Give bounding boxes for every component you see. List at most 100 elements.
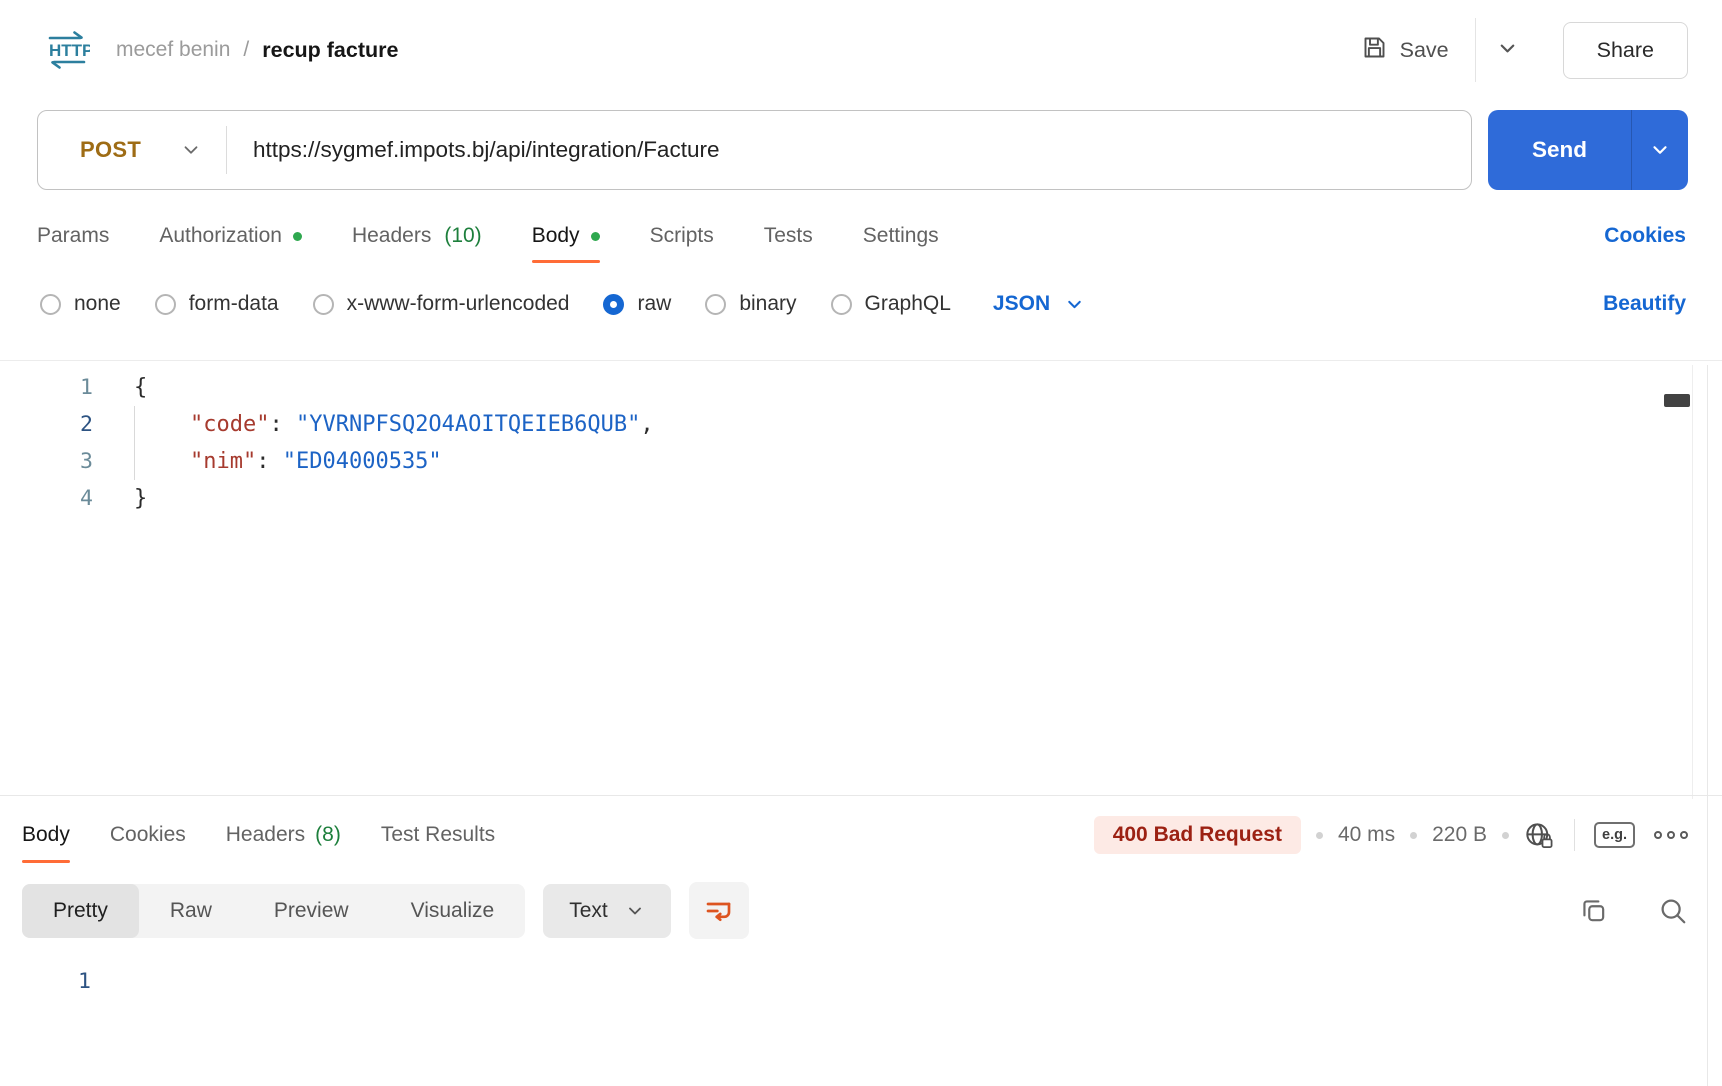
wrap-lines-button[interactable]: [689, 882, 749, 939]
radio-raw-label: raw: [637, 292, 671, 316]
send-options-chevron-button[interactable]: [1631, 110, 1688, 190]
meta-divider: [1574, 819, 1575, 851]
authorization-status-dot: [293, 232, 302, 241]
line-number: 3: [0, 449, 93, 474]
view-tab-raw[interactable]: Raw: [139, 884, 243, 938]
response-toolbar: Pretty Raw Preview Visualize Text: [0, 854, 1722, 939]
response-time: 40 ms: [1338, 823, 1395, 847]
response-size: 220 B: [1432, 823, 1487, 847]
status-badge[interactable]: 400 Bad Request: [1094, 816, 1301, 854]
radio-graphql[interactable]: GraphQL: [831, 292, 951, 316]
radio-x-www-form-urlencoded[interactable]: x-www-form-urlencoded: [313, 292, 570, 316]
line-wrap-icon: [703, 897, 734, 925]
meta-separator-dot: [1410, 832, 1417, 839]
line-number: 4: [0, 486, 93, 511]
example-badge[interactable]: e.g.: [1594, 822, 1635, 848]
line-number-active: 1: [0, 969, 91, 994]
tab-headers[interactable]: Headers (10): [352, 224, 482, 248]
url-builder-row: POST Send: [0, 100, 1722, 190]
cookies-link[interactable]: Cookies: [1604, 224, 1686, 248]
response-tab-cookies-label: Cookies: [110, 823, 186, 847]
tab-params[interactable]: Params: [37, 224, 109, 248]
code-token-value: "ED04000535": [283, 449, 442, 474]
response-meta: 400 Bad Request 40 ms 220 B e.g.: [1094, 816, 1692, 854]
tab-tests[interactable]: Tests: [764, 224, 813, 248]
line-number: 1: [0, 375, 93, 400]
code-token: :: [269, 412, 296, 437]
meta-separator-dot: [1316, 832, 1323, 839]
body-type-row: none form-data x-www-form-urlencoded raw…: [0, 248, 1722, 316]
tab-params-label: Params: [37, 224, 109, 248]
method-selector[interactable]: POST: [38, 137, 226, 163]
view-tab-visualize[interactable]: Visualize: [380, 884, 526, 938]
search-response-icon[interactable]: [1658, 896, 1688, 926]
radio-graphql-label: GraphQL: [865, 292, 951, 316]
request-header: HTTP mecef benin / recup facture Save Sh…: [0, 0, 1722, 100]
radio-form-data-label: form-data: [189, 292, 279, 316]
response-format-value: Text: [569, 899, 608, 923]
radio-raw[interactable]: raw: [603, 292, 671, 316]
save-button[interactable]: Save: [1361, 34, 1449, 67]
indent-guide: [134, 406, 190, 443]
http-request-logo-icon: HTTP: [44, 29, 90, 71]
language-selector-value: JSON: [993, 292, 1050, 316]
tab-scripts[interactable]: Scripts: [650, 224, 714, 248]
radio-binary[interactable]: binary: [705, 292, 796, 316]
line-number-active: 2: [0, 412, 93, 437]
code-token: }: [134, 486, 147, 511]
code-token: {: [134, 375, 147, 400]
response-tab-headers[interactable]: Headers (8): [226, 823, 341, 847]
tab-settings[interactable]: Settings: [863, 224, 939, 248]
code-token-value: "YVRNPFSQ2O4AOITQEIEB6QUB": [296, 412, 640, 437]
code-token-key: "code": [190, 412, 269, 437]
response-format-selector[interactable]: Text: [543, 884, 671, 938]
tab-settings-label: Settings: [863, 224, 939, 248]
response-body-viewer[interactable]: 1: [0, 939, 1722, 1000]
tab-headers-label: Headers: [352, 224, 431, 248]
view-tab-pretty[interactable]: Pretty: [22, 884, 139, 938]
response-tab-headers-label: Headers: [226, 823, 305, 847]
radio-none-label: none: [74, 292, 121, 316]
editor-scrollbar-border: [1692, 365, 1693, 799]
tab-body[interactable]: Body: [532, 224, 600, 248]
view-tab-preview[interactable]: Preview: [243, 884, 380, 938]
code-line: 1 {: [0, 369, 1722, 406]
breadcrumb: mecef benin / recup facture: [116, 38, 398, 63]
breadcrumb-request-name[interactable]: recup facture: [262, 38, 398, 63]
radio-binary-label: binary: [739, 292, 796, 316]
copy-response-icon[interactable]: [1579, 896, 1608, 925]
response-view-tabs: Pretty Raw Preview Visualize: [22, 884, 525, 938]
share-button[interactable]: Share: [1563, 22, 1688, 79]
url-builder: POST: [37, 110, 1472, 190]
code-token: :: [256, 449, 283, 474]
url-input[interactable]: [227, 137, 1471, 163]
language-selector[interactable]: JSON: [993, 292, 1085, 316]
response-tab-body[interactable]: Body: [22, 823, 70, 847]
body-status-dot: [591, 232, 600, 241]
editor-scrollbar-thumb[interactable]: [1664, 394, 1690, 407]
chevron-down-icon: [1649, 139, 1671, 161]
more-options-icon[interactable]: [1650, 827, 1692, 843]
tab-scripts-label: Scripts: [650, 224, 714, 248]
response-tab-test-results-label: Test Results: [381, 823, 495, 847]
meta-separator-dot: [1502, 832, 1509, 839]
indent-guide: [134, 443, 190, 480]
breadcrumb-collection[interactable]: mecef benin: [116, 38, 230, 62]
radio-circle: [155, 294, 176, 315]
radio-form-data[interactable]: form-data: [155, 292, 279, 316]
network-info-icon[interactable]: [1524, 821, 1555, 850]
radio-circle: [40, 294, 61, 315]
response-tab-test-results[interactable]: Test Results: [381, 823, 495, 847]
send-button[interactable]: Send: [1488, 110, 1631, 190]
response-tab-cookies[interactable]: Cookies: [110, 823, 186, 847]
save-options-chevron-button[interactable]: [1490, 31, 1525, 69]
radio-circle: [313, 294, 334, 315]
save-label: Save: [1400, 38, 1449, 63]
beautify-link[interactable]: Beautify: [1603, 292, 1686, 316]
radio-none[interactable]: none: [40, 292, 121, 316]
radio-circle-selected: [603, 294, 624, 315]
request-body-editor[interactable]: 1 { 2 "code": "YVRNPFSQ2O4AOITQEIEB6QUB"…: [0, 360, 1722, 795]
tab-tests-label: Tests: [764, 224, 813, 248]
send-button-group: Send: [1488, 110, 1688, 190]
tab-authorization[interactable]: Authorization: [159, 224, 302, 248]
